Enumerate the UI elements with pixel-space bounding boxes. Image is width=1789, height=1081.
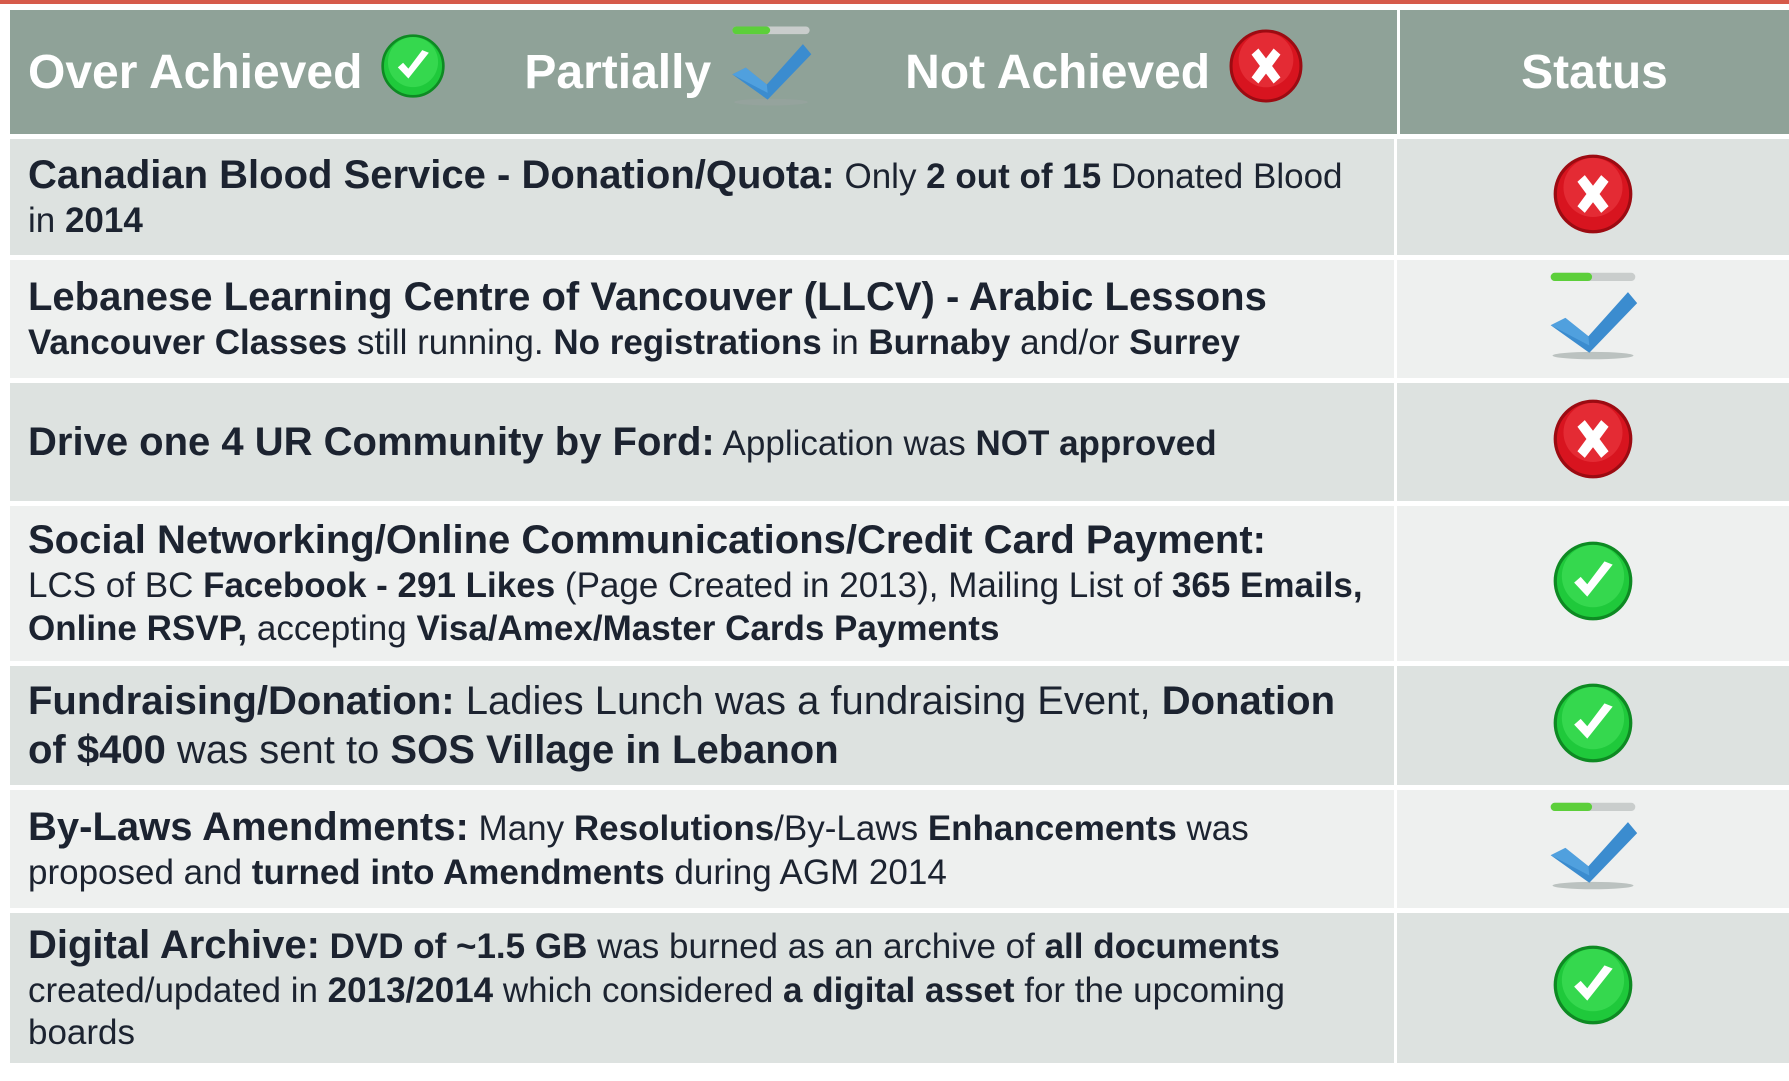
description-segment: Vancouver Classes (28, 323, 348, 363)
description-segment: Digital Archive: (28, 922, 320, 967)
description-segment: SOS Village in Lebanon (390, 727, 839, 772)
description-segment: which considered (493, 970, 784, 1010)
description-segment: all documents (1044, 926, 1280, 966)
description-segment: Drive one 4 UR Community by Ford: (28, 419, 715, 464)
description-segment: was sent to (165, 727, 391, 772)
table-row: Drive one 4 UR Community by Ford: Applic… (10, 378, 1789, 501)
description-segment: Surrey (1129, 323, 1240, 363)
legend-not-achieved: Not Achieved (905, 28, 1304, 116)
legend-over-achieved-label: Over Achieved (28, 45, 363, 99)
description-segment: No registrations (553, 323, 822, 363)
description-segment: Social Networking/Online Communications/… (28, 518, 1266, 563)
green-check-icon (1552, 944, 1634, 1032)
description-segment: Facebook - 291 Likes (203, 566, 556, 606)
description-segment: Many (468, 809, 574, 849)
description-segment: (Page Created in 2013), Mailing List of (555, 566, 1172, 606)
row-status (1397, 378, 1789, 501)
row-description: Canadian Blood Service - Donation/Quota:… (10, 134, 1397, 255)
table-row: Canadian Blood Service - Donation/Quota:… (10, 134, 1789, 255)
description-segment: /By-Laws (774, 809, 928, 849)
row-status (1397, 661, 1789, 785)
description-segment: Only (834, 157, 927, 197)
row-status (1397, 785, 1789, 908)
row-status (1397, 134, 1789, 255)
legend-header: Over Achieved Partially Not Achieved (10, 10, 1397, 134)
description-segment: By-Laws Amendments: (28, 805, 469, 850)
red-x-icon (1228, 28, 1304, 116)
description-segment: Visa/Amex/Master Cards Payments (416, 608, 1000, 648)
description-segment: and/or (1010, 323, 1130, 363)
description-segment: Lebanese Learning Centre of Vancouver (L… (28, 275, 1267, 320)
description-segment: Fundraising/Donation: (28, 678, 455, 723)
description-segment: Enhancements (927, 809, 1177, 849)
blue-check-progress-icon (1547, 270, 1639, 368)
row-description: Lebanese Learning Centre of Vancouver (L… (10, 255, 1397, 378)
table-row: Fundraising/Donation: Ladies Lunch was a… (10, 661, 1789, 785)
legend-not-achieved-label: Not Achieved (905, 45, 1211, 99)
legend-partially: Partially (524, 24, 813, 120)
description-segment: Canadian Blood Service - Donation/Quota: (28, 153, 835, 198)
description-segment: Application was (714, 423, 976, 463)
table-row: By-Laws Amendments: Many Resolutions/By-… (10, 785, 1789, 908)
row-status (1397, 908, 1789, 1063)
red-x-icon (1552, 398, 1634, 486)
legend-over-achieved: Over Achieved (28, 33, 446, 111)
table-row: Lebanese Learning Centre of Vancouver (L… (10, 255, 1789, 378)
green-check-icon (1552, 540, 1634, 628)
description-segment: turned into Amendments (251, 853, 665, 893)
row-description: By-Laws Amendments: Many Resolutions/By-… (10, 785, 1397, 908)
description-segment: during AGM 2014 (664, 853, 947, 893)
status-table: Over Achieved Partially Not Achieved Sta… (10, 10, 1789, 1063)
description-segment: LCS of BC (28, 566, 204, 606)
legend-partially-label: Partially (524, 45, 712, 99)
description-segment: Burnaby (868, 323, 1011, 363)
red-x-icon (1552, 153, 1634, 241)
row-status (1397, 255, 1789, 378)
row-description: Drive one 4 UR Community by Ford: Applic… (10, 378, 1397, 501)
blue-check-progress-icon (1547, 800, 1639, 898)
description-segment: in (821, 323, 869, 363)
row-description: Fundraising/Donation: Ladies Lunch was a… (10, 661, 1397, 785)
blue-check-progress-icon (729, 24, 813, 120)
description-segment: 2013/2014 (327, 970, 494, 1010)
description-segment: Ladies Lunch was a fundraising Event, (454, 678, 1162, 723)
table-row: Social Networking/Online Communications/… (10, 501, 1789, 661)
status-rows: Canadian Blood Service - Donation/Quota:… (10, 134, 1789, 1063)
description-segment: NOT approved (975, 423, 1217, 463)
green-check-icon (1552, 682, 1634, 770)
description-segment: Resolutions (573, 809, 775, 849)
top-accent-rule (0, 0, 1789, 4)
description-segment: still running. (347, 323, 554, 363)
header-row: Over Achieved Partially Not Achieved Sta… (10, 10, 1789, 134)
row-description: Social Networking/Online Communications/… (10, 501, 1397, 661)
table-row: Digital Archive: DVD of ~1.5 GB was burn… (10, 908, 1789, 1063)
description-segment: 2 out of 15 (926, 157, 1102, 197)
description-segment: created/updated in (28, 970, 328, 1010)
green-check-icon (380, 33, 446, 111)
row-status (1397, 501, 1789, 661)
description-segment: 2014 (64, 201, 143, 241)
description-segment: accepting (247, 608, 417, 648)
description-segment: a digital asset (783, 970, 1015, 1010)
description-segment: DVD of ~1.5 GB (319, 926, 588, 966)
status-column-header: Status (1397, 10, 1789, 134)
row-description: Digital Archive: DVD of ~1.5 GB was burn… (10, 908, 1397, 1063)
description-segment: was burned as an archive of (587, 926, 1045, 966)
